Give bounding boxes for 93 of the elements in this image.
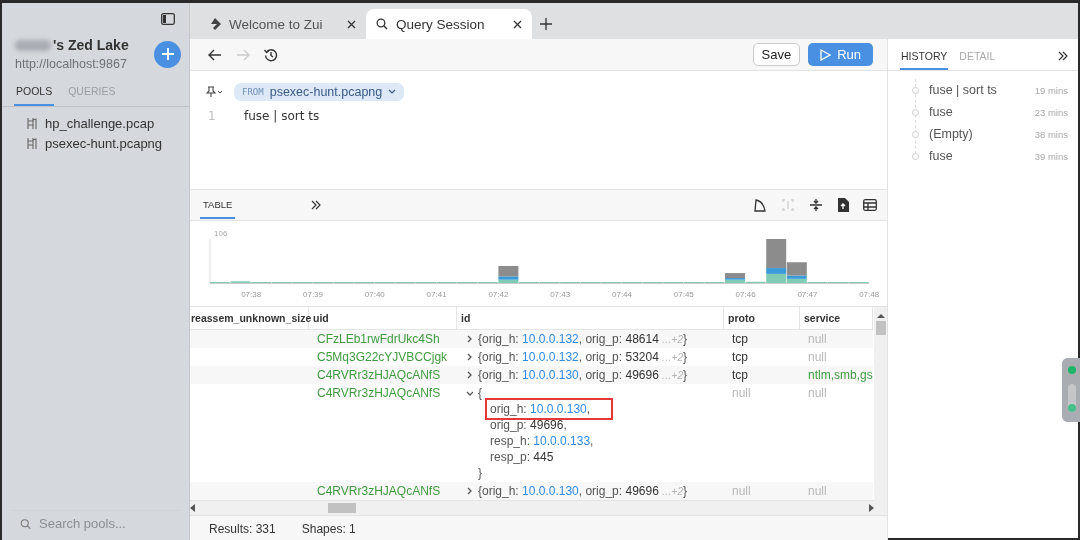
scroll-up-icon[interactable]: [876, 313, 885, 319]
table-cell: ntlm,smb,gs: [808, 368, 873, 382]
lake-name: 's Zed Lake: [53, 37, 129, 53]
pool-icon: [26, 137, 37, 150]
history-time: 19 mins: [1034, 84, 1068, 96]
history-time: 23 mins: [1034, 106, 1068, 118]
json-value: {orig_h: 10.0.0.132, orig_p: 53204 …+2}: [478, 348, 688, 366]
json-value: resp_h: 10.0.0.133,: [490, 433, 594, 449]
table-cell: tcp: [732, 350, 748, 364]
add-button[interactable]: [154, 40, 181, 68]
collapse-icon[interactable]: [809, 198, 823, 212]
file-export-icon[interactable]: [837, 198, 849, 212]
table-cell: C5Mq3G22cYJVBCCjgk: [317, 350, 448, 364]
pool-item[interactable]: psexec-hunt.pcapng: [45, 136, 163, 151]
json-value: {orig_h: 10.0.0.132, orig_p: 48614 …+2}: [478, 330, 688, 348]
play-icon: [820, 48, 832, 61]
search-icon: [376, 18, 388, 30]
caret-icon: [388, 89, 397, 95]
panel-tab[interactable]: HISTORY: [900, 50, 949, 70]
history-time: 38 mins: [1034, 128, 1068, 140]
json-value: {orig_h: 10.0.0.130, orig_p: 49696 …+2}: [478, 482, 688, 500]
table-cell: tcp: [732, 368, 748, 382]
history-item[interactable]: fuse | sort ts: [929, 83, 1025, 97]
table-cell: C4RVRr3zHJAQcANfS: [317, 386, 441, 400]
scrollbar-thumb[interactable]: [875, 321, 886, 335]
axis-label: 07:47: [797, 290, 818, 299]
table-icon[interactable]: [863, 199, 877, 211]
json-value: }: [478, 465, 482, 481]
sidebar-toggle-icon[interactable]: [161, 13, 175, 25]
axis-label: 07:44: [612, 290, 632, 299]
close-icon[interactable]: [347, 19, 356, 29]
timeline-dot: [912, 130, 919, 138]
pool-icon: [26, 117, 37, 130]
new-tab-icon[interactable]: [540, 18, 552, 30]
tab[interactable]: Welcome to Zui: [200, 9, 366, 39]
table-cell: CFzLEb1rwFdrUkc4Sh: [317, 332, 440, 346]
axis-label: 07:42: [488, 290, 509, 299]
history-time: 39 mins: [1034, 150, 1068, 162]
pin-icon[interactable]: [206, 86, 224, 98]
query-code[interactable]: fuse | sort ts: [244, 109, 320, 123]
json-value: {orig_h: 10.0.0.130, orig_p: 49696 …+2}: [478, 366, 688, 384]
axis-label: 07:40: [364, 290, 385, 299]
table-cell: null: [808, 386, 827, 400]
table-cell: null: [808, 484, 827, 498]
history-item[interactable]: (Empty): [929, 127, 1025, 141]
lake-url: http://localhost:9867: [15, 57, 128, 71]
redaction-mark: [15, 39, 51, 51]
json-value: {: [478, 385, 482, 401]
table-cell: null: [808, 332, 827, 346]
json-value: resp_p: 445: [490, 449, 554, 465]
table-cell: null: [732, 386, 751, 400]
table-cell: null: [732, 484, 751, 498]
plus-icon: [160, 47, 175, 61]
pool-item[interactable]: hp_challenge.pcap: [45, 116, 155, 131]
axis-label: 07:41: [426, 290, 447, 299]
tab[interactable]: Query Session: [366, 9, 532, 39]
save-button[interactable]: Save: [752, 43, 801, 66]
search-icon: [20, 516, 31, 531]
axis-label: 07:48: [859, 290, 880, 299]
json-value: orig_p: 49696,: [490, 417, 567, 433]
horizontal-scrollbar[interactable]: [190, 500, 874, 515]
scrollbar-thumb[interactable]: [328, 503, 356, 513]
line-number: 1: [207, 109, 217, 123]
axis-label: 07:39: [303, 290, 323, 299]
axis-label: 07:46: [735, 290, 756, 299]
table-cell: C4RVRr3zHJAQcANfS: [317, 484, 441, 498]
table-cell: tcp: [732, 332, 748, 346]
timeline-dot: [912, 86, 919, 94]
search-field[interactable]: Search pools...: [37, 515, 171, 532]
table-cell: C4RVRr3zHJAQcANfS: [317, 368, 441, 382]
table-cell: null: [808, 350, 827, 364]
timeline-dot: [912, 108, 919, 116]
sidebar-tab[interactable]: POOLS: [14, 85, 55, 106]
history-icon[interactable]: [264, 47, 278, 62]
history-item[interactable]: fuse: [929, 149, 1025, 163]
axis-label: 07:45: [673, 290, 694, 299]
fin-icon[interactable]: [753, 198, 767, 212]
shapes-count: Shapes: 1: [301, 522, 356, 536]
logo-icon: [210, 18, 221, 30]
close-icon[interactable]: [513, 19, 522, 29]
pool-selector[interactable]: FROM psexec-hunt.pcapng: [234, 83, 405, 101]
history-item[interactable]: fuse: [929, 105, 1025, 119]
results-count: Results: 331: [209, 522, 276, 536]
results-tab[interactable]: TABLE: [200, 191, 236, 219]
double-chevron-icon[interactable]: [311, 200, 322, 210]
timeline-dot: [912, 152, 919, 160]
back-icon[interactable]: [208, 48, 222, 61]
double-chevron-icon[interactable]: [1058, 51, 1068, 61]
axis-label: 106: [214, 229, 228, 238]
json-value: orig_h: 10.0.0.130,: [488, 401, 611, 417]
vertical-scrollbar[interactable]: [874, 307, 887, 515]
axis-label: 07:38: [241, 290, 262, 299]
axis-label: 07:43: [550, 290, 571, 299]
